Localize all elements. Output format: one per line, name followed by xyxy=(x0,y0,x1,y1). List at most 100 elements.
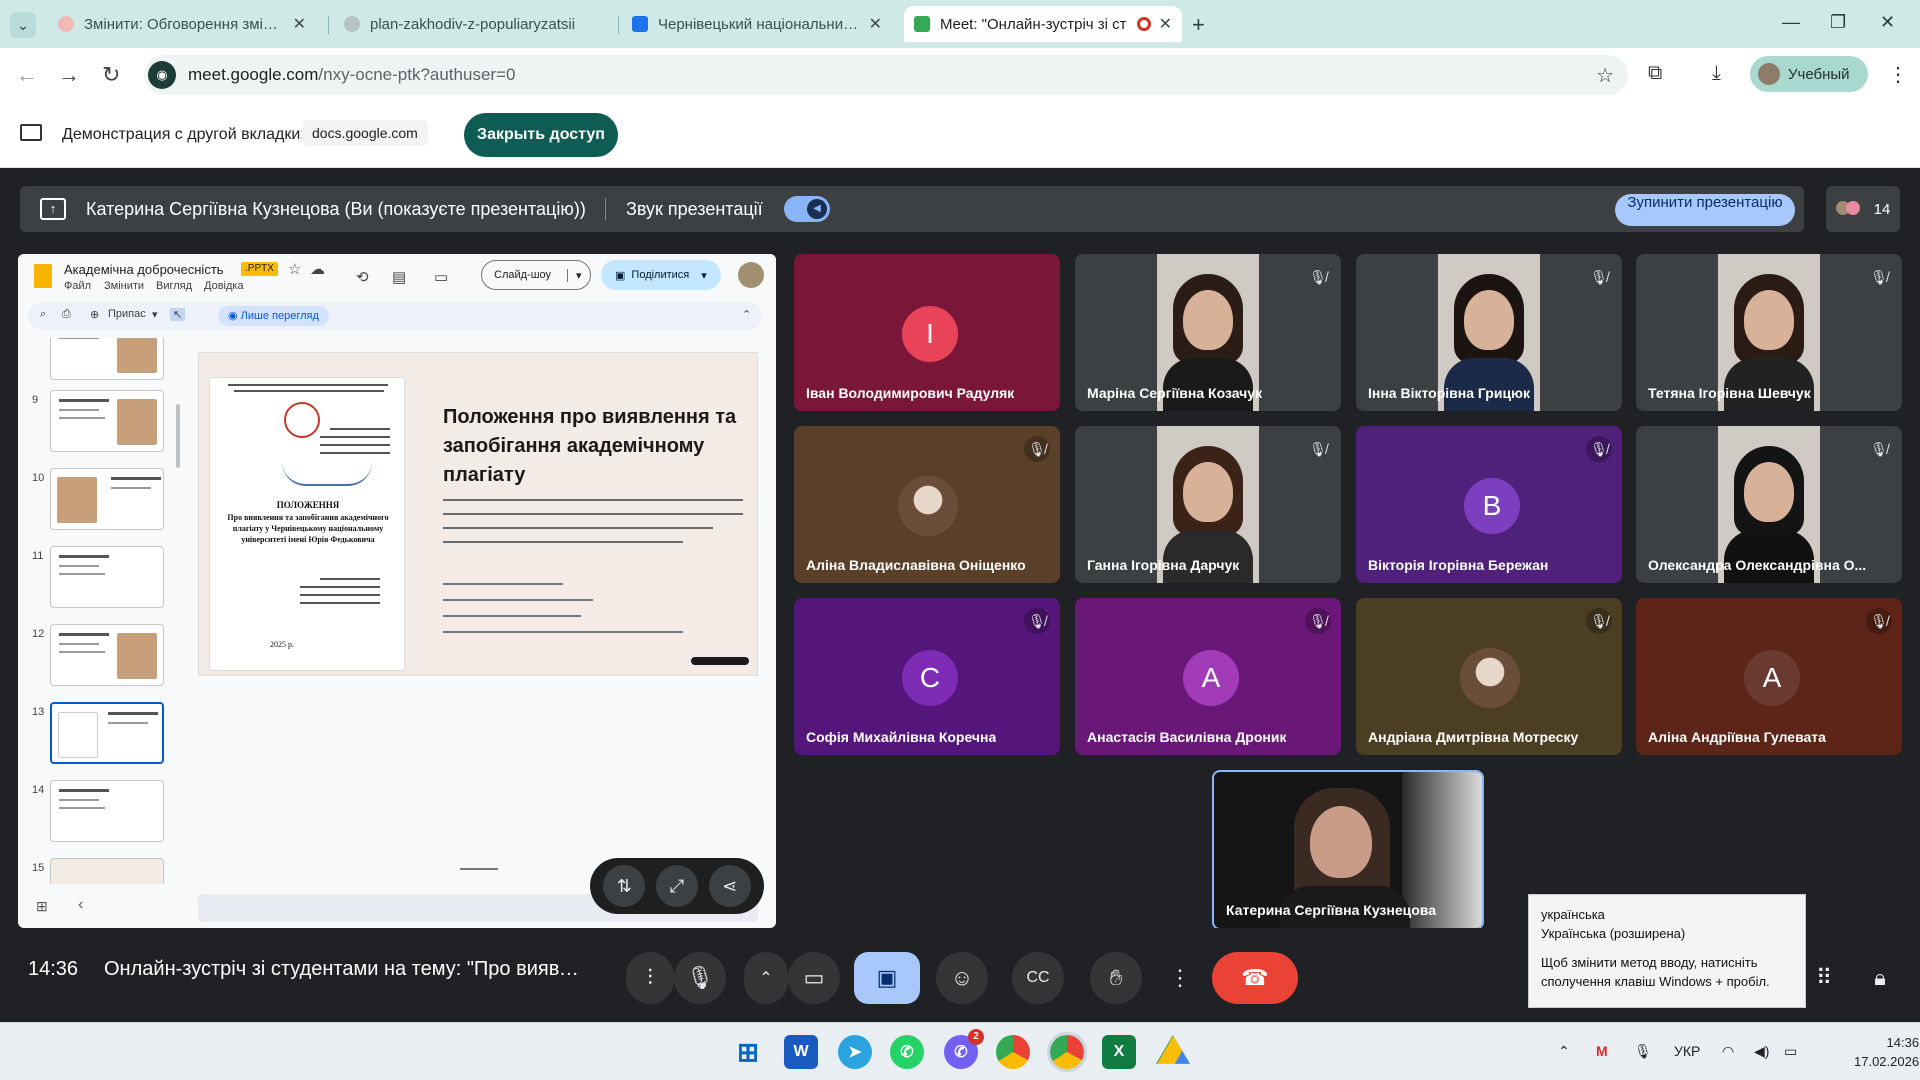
menu-file[interactable]: Файл xyxy=(64,280,91,292)
site-info-icon[interactable]: ◉ xyxy=(148,61,176,89)
browser-tab-3[interactable]: Чернівецький національний у ✕ xyxy=(622,6,892,42)
participant-tile[interactable]: 🎙︎̸ Маріна Сергіївна Козачук xyxy=(1075,254,1341,411)
omnibox[interactable]: ◉ meet.google.com/nxy-ocne-ptk?authuser=… xyxy=(144,55,1628,95)
participant-tile[interactable]: С 🎙︎̸ Софія Михайлівна Коречна xyxy=(794,598,1060,755)
doc-title[interactable]: Академічна доброчесність xyxy=(64,262,224,277)
volume-icon[interactable]: ◀︎) xyxy=(1754,1043,1769,1060)
shared-domain-chip[interactable]: docs.google.com xyxy=(302,120,428,146)
participant-tile[interactable]: А 🎙︎̸ Анастасія Василівна Дроник xyxy=(1075,598,1341,755)
stop-presenting-button[interactable]: Зупинити презентацію xyxy=(1615,194,1795,226)
chevron-down-icon[interactable]: ▾ xyxy=(567,268,582,282)
new-tab-icon[interactable]: + xyxy=(1192,12,1205,38)
show-hidden-icons-icon[interactable]: ⌃ xyxy=(1558,1043,1570,1060)
forward-icon[interactable]: → xyxy=(58,62,80,88)
menu-kebab-icon[interactable]: ⋮ xyxy=(1888,62,1908,87)
share-button[interactable]: ▣ Поділитися ▾ xyxy=(601,260,721,290)
chrome-active-icon[interactable] xyxy=(1047,1032,1087,1072)
video-call-icon[interactable]: ▭ xyxy=(434,268,448,286)
minimize-icon[interactable]: — xyxy=(1782,12,1800,33)
zoom-select[interactable]: Припас xyxy=(108,308,146,320)
cloud-status-icon[interactable]: ☁ xyxy=(310,260,325,278)
present-now-button[interactable]: ▣ xyxy=(854,952,920,1004)
browser-tab-2[interactable]: plan-zakhodiv-z-populiaryzatsii xyxy=(334,6,614,42)
apps-grid-icon[interactable]: ⠿ xyxy=(1804,952,1844,1004)
raise-hand-icon[interactable]: ✋︎ xyxy=(1090,952,1142,1004)
star-icon[interactable]: ☆ xyxy=(288,260,301,278)
more-options-icon[interactable]: ⋮ xyxy=(1164,952,1196,1004)
menu-view[interactable]: Вигляд xyxy=(156,280,192,292)
list-item[interactable] xyxy=(18,338,186,384)
participant-tile[interactable]: І Іван Володимирович Радуляк xyxy=(794,254,1060,411)
participant-tile[interactable]: В 🎙︎̸ Вікторія Ігорівна Бережан xyxy=(1356,426,1622,583)
readonly-mode-chip[interactable]: ◉ Лише перегляд xyxy=(218,306,329,326)
self-view-tile[interactable]: Катерина Сергіївна Кузнецова xyxy=(1212,770,1484,930)
collapse-toolbar-icon[interactable]: ⌃ xyxy=(742,308,751,321)
comment-icon[interactable]: ▤ xyxy=(392,268,406,286)
list-item[interactable]: 15 xyxy=(18,858,186,884)
list-item[interactable]: 14 xyxy=(18,780,186,846)
battery-icon[interactable]: ▭ xyxy=(1784,1043,1797,1060)
google-drive-icon[interactable] xyxy=(1156,1035,1190,1064)
close-icon[interactable]: ✕ xyxy=(1159,14,1172,34)
stop-sharing-button[interactable]: Закрыть доступ xyxy=(464,113,618,157)
profile-button[interactable]: Учебный xyxy=(1750,56,1868,92)
telegram-icon[interactable]: ➤ xyxy=(838,1035,872,1069)
participant-tile[interactable]: 🎙︎̸ Тетяна Ігорівна Шевчук xyxy=(1636,254,1902,411)
menu-edit[interactable]: Змінити xyxy=(104,280,144,292)
browser-tab-4-active[interactable]: Meet: "Онлайн-зустріч зі ст ✕ xyxy=(904,6,1182,42)
presentation-sound-toggle[interactable]: ◀ xyxy=(784,196,830,222)
back-icon[interactable]: ← xyxy=(16,62,38,88)
viber-icon[interactable]: ✆ 2 xyxy=(944,1029,984,1069)
close-icon[interactable]: ✕ xyxy=(293,14,306,34)
participant-tile[interactable]: 🎙︎̸ Ганна Ігорівна Дарчук xyxy=(1075,426,1341,583)
chrome-icon[interactable] xyxy=(996,1035,1030,1069)
list-item[interactable]: 11 xyxy=(18,546,186,612)
print-icon[interactable]: ⎙ xyxy=(62,308,71,321)
extensions-icon[interactable]: ⧉ xyxy=(1648,62,1662,85)
captions-icon[interactable]: CC xyxy=(1012,952,1064,1004)
restore-icon[interactable]: ❐ xyxy=(1830,12,1846,33)
participants-button[interactable]: 14 xyxy=(1826,186,1900,232)
camera-options-chevron-icon[interactable]: ⌃ xyxy=(744,952,788,1004)
share-icon[interactable]: ⋖ xyxy=(708,865,751,907)
wifi-icon[interactable]: ◠ xyxy=(1722,1043,1734,1060)
microphone-tray-icon[interactable]: 🎙︎ xyxy=(1634,1043,1652,1060)
browser-tab-1[interactable]: Змінити: Обговорення змін до ✕ xyxy=(48,6,316,42)
collapse-panel-icon[interactable]: ‹ xyxy=(78,896,83,914)
list-item[interactable]: 12 xyxy=(18,624,186,690)
reload-icon[interactable]: ↻ xyxy=(102,62,120,88)
windows-start-icon[interactable]: ⊞ xyxy=(731,1035,765,1069)
chevron-down-icon[interactable]: ▾ xyxy=(152,308,158,321)
tab-search-chevron-icon[interactable]: ⌄ xyxy=(10,12,36,38)
participant-tile[interactable]: А 🎙︎̸ Аліна Андріївна Гулевата xyxy=(1636,598,1902,755)
slideshow-button[interactable]: Слайд-шоу ▾ xyxy=(481,260,591,290)
close-icon[interactable]: ✕ xyxy=(869,14,882,34)
host-controls-lock-icon[interactable]: 🔒︎ xyxy=(1860,952,1900,1004)
menu-help[interactable]: Довідка xyxy=(204,280,244,292)
select-cursor-icon[interactable]: ↖ xyxy=(170,308,186,321)
camera-icon[interactable]: ▭ xyxy=(788,952,840,1004)
swap-view-icon[interactable]: ⇅ xyxy=(603,865,646,907)
word-icon[interactable]: W xyxy=(784,1035,818,1069)
zoom-icon[interactable]: ⊕ xyxy=(90,308,99,321)
fullscreen-icon[interactable]: ⤢ xyxy=(655,865,698,907)
gmail-tray-icon[interactable]: M xyxy=(1596,1043,1608,1059)
microphone-icon[interactable]: 🎙︎ xyxy=(674,952,726,1004)
chevron-down-icon[interactable]: ▾ xyxy=(701,269,707,282)
history-icon[interactable]: ⟲ xyxy=(356,268,369,286)
avatar[interactable] xyxy=(738,262,764,288)
whatsapp-icon[interactable]: ✆ xyxy=(890,1035,924,1069)
close-window-icon[interactable]: ✕ xyxy=(1880,12,1895,33)
emoji-reactions-icon[interactable]: ☺ xyxy=(936,952,988,1004)
participant-tile[interactable]: 🎙︎̸ Інна Вікторівна Грицюк xyxy=(1356,254,1622,411)
bookmark-star-icon[interactable]: ☆ xyxy=(1596,63,1614,88)
audio-level-icon[interactable]: ⫶ xyxy=(626,952,674,1004)
participant-tile[interactable]: 🎙︎̸ Олександра Олександрівна О... xyxy=(1636,426,1902,583)
grid-view-icon[interactable]: ⊞ xyxy=(36,898,48,915)
search-icon[interactable]: ⌕ xyxy=(40,308,46,321)
leave-call-button[interactable]: ☎ xyxy=(1212,952,1298,1004)
list-item[interactable]: 10 xyxy=(18,468,186,534)
participant-tile[interactable]: 🎙︎̸ Андріана Дмитрівна Мотреску xyxy=(1356,598,1622,755)
input-language-indicator[interactable]: УКР xyxy=(1674,1043,1700,1059)
list-item-selected[interactable]: 13 xyxy=(18,702,186,768)
